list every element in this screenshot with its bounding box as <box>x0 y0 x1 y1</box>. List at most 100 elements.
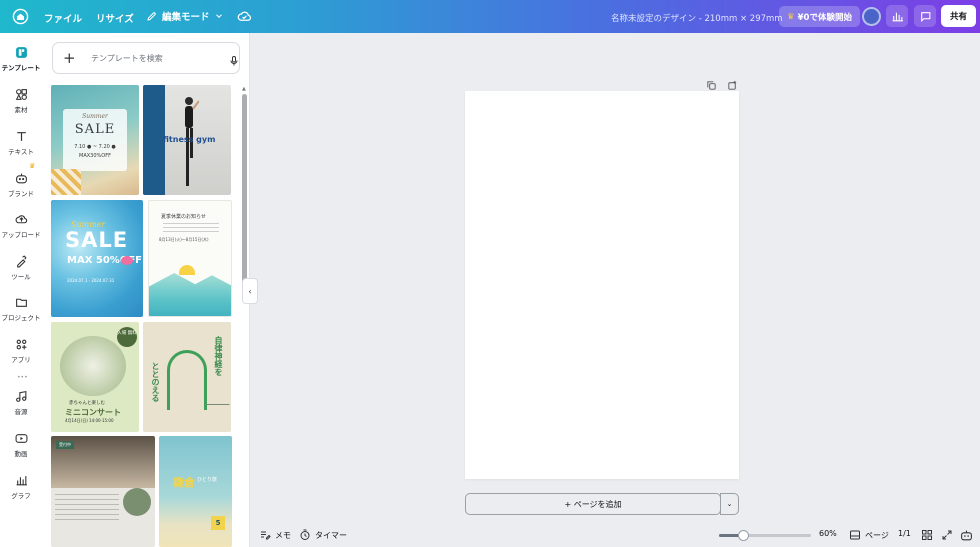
notes-button[interactable]: メモ <box>259 529 291 541</box>
rail-label-text: テキスト <box>8 148 34 156</box>
plus-icon[interactable]: + <box>63 49 76 67</box>
microphone-icon[interactable] <box>228 52 240 71</box>
umbrella-graphic <box>143 85 165 195</box>
apps-icon <box>16 339 26 350</box>
zoom-percentage[interactable]: 60% <box>819 529 837 538</box>
template-text: 鎌倉 <box>173 476 195 489</box>
template-text: ととのえる <box>151 362 160 402</box>
page-counter[interactable]: 1/1 <box>898 529 911 538</box>
rail-item-elements[interactable]: 素材 <box>0 88 42 114</box>
rail-item-tools[interactable]: ツール <box>0 255 42 281</box>
template-autonomic-nerves[interactable]: 自律神経を ととのえる <box>143 322 231 432</box>
video-icon <box>15 434 27 443</box>
rail-label-chart: グラフ <box>11 492 31 500</box>
template-text: 8月13日(火)～8月15日(木) <box>159 237 209 242</box>
resize-button[interactable]: リサイズ <box>96 11 134 25</box>
rail-item-upload[interactable]: アップロード <box>0 213 42 239</box>
add-page-button[interactable]: + ページを追加 <box>465 493 721 515</box>
pages-button[interactable]: ページ <box>849 529 889 541</box>
avatar[interactable] <box>862 7 881 26</box>
timer-button[interactable]: タイマー <box>299 529 347 541</box>
rail-item-brand[interactable]: ブランド <box>0 172 42 198</box>
template-text: 自律神経を <box>214 336 223 376</box>
body-lines-graphic <box>163 223 219 235</box>
rail-label-tools: ツール <box>11 273 31 281</box>
template-yoga-class[interactable]: 受付中 <box>51 436 155 547</box>
folder-icon <box>15 298 27 307</box>
tools-icon <box>16 255 27 268</box>
design-page[interactable] <box>465 91 739 479</box>
zoom-slider-handle[interactable] <box>738 530 750 541</box>
rail-item-audio[interactable]: 音源 <box>0 390 42 416</box>
top-bar: ファイル リサイズ 編集モード 名称未設定のデザイン - 210mm × 297… <box>0 0 980 33</box>
rail-label-audio: 音源 <box>14 408 28 416</box>
insights-button[interactable] <box>886 5 908 27</box>
beach-towel-graphic <box>51 169 81 195</box>
grid-view-icon[interactable] <box>921 529 933 541</box>
rail-label-video: 動画 <box>14 450 28 458</box>
template-text: ひとり旅 <box>197 477 217 483</box>
pages-icon <box>850 530 860 540</box>
template-pool-sale[interactable]: Summer SALE MAX 50%OFF 2024.07.1 - 2024.… <box>51 200 143 317</box>
pencil-icon <box>147 11 157 21</box>
timer-icon <box>300 529 310 540</box>
template-text: Summer <box>82 113 108 120</box>
template-text: MAX30%OFF <box>79 153 111 159</box>
chevron-down-icon <box>215 14 222 18</box>
template-icon <box>15 47 27 58</box>
zoom-slider[interactable] <box>719 530 811 541</box>
hills-graphic <box>149 273 231 316</box>
template-text: 受付中 <box>56 441 74 449</box>
collapse-panel-button[interactable]: ‹ <box>242 278 258 304</box>
rail-item-video[interactable]: 動画 <box>0 432 42 458</box>
template-text: 夏季休業のお知らせ <box>161 214 206 220</box>
flower-graphic <box>121 256 133 265</box>
rail-item-text[interactable]: テキスト <box>0 130 42 156</box>
chevron-left-icon: ‹ <box>248 286 252 296</box>
mountain-graphic <box>200 404 230 418</box>
rail-item-templates[interactable]: テンプレート <box>0 46 42 72</box>
template-search-field[interactable]: + テンプレートを検索 <box>52 42 240 74</box>
cloud-saved-icon[interactable] <box>237 9 252 24</box>
file-menu[interactable]: ファイル <box>44 11 82 25</box>
template-summer-sale[interactable]: Summer SALE 7.10 ● ~ 7.20 ● MAX30%OFF <box>51 85 139 195</box>
template-mini-concert[interactable]: 入場 無料 赤ちゃんと楽しむ ミニコンサート 4月14日(日) 14:00-15… <box>51 322 139 432</box>
template-kamakura-trip[interactable]: 鎌倉 ひとり旅 5 <box>159 436 232 547</box>
rail-item-chart[interactable]: グラフ <box>0 474 42 500</box>
chart-icon <box>16 476 27 486</box>
sun-graphic <box>179 265 195 275</box>
template-summer-holiday-notice[interactable]: 夏季休業のお知らせ 8月13日(火)～8月15日(木) <box>148 200 232 317</box>
arch-graphic <box>167 350 207 410</box>
rail-item-apps[interactable]: アプリ <box>0 338 42 364</box>
fullscreen-icon[interactable] <box>941 529 953 541</box>
assistant-icon[interactable] <box>960 529 973 542</box>
share-button[interactable]: 共有 <box>941 5 976 27</box>
rail-label-projects: プロジェクト <box>1 314 41 322</box>
template-text: 5 <box>211 516 225 530</box>
brand-icon <box>15 173 27 184</box>
home-icon[interactable] <box>12 8 29 25</box>
notes-label: メモ <box>275 530 291 540</box>
template-text: 赤ちゃんと楽しむ <box>69 401 105 406</box>
add-page-dropdown[interactable]: ⌄ <box>720 493 739 515</box>
panel-scrollbar[interactable] <box>242 84 247 547</box>
trial-label: ¥0で体験開始 <box>797 12 852 23</box>
body-lines-graphic <box>55 494 119 524</box>
pages-label: ページ <box>865 530 889 540</box>
elements-icon <box>15 89 27 100</box>
template-text: 7.10 ● ~ 7.20 ● <box>74 144 116 150</box>
trial-button[interactable]: ♛ ¥0で体験開始 <box>779 6 860 27</box>
templates-panel: + テンプレートを検索 Summer SALE 7.10 ● ~ 7.20 ● … <box>42 33 250 547</box>
edit-mode-button[interactable]: 編集モード <box>146 9 224 23</box>
rail-item-projects[interactable]: プロジェクト <box>0 296 42 322</box>
notes-icon <box>261 531 271 540</box>
template-fitness-gym[interactable]: fitness gym <box>143 85 231 195</box>
template-text: fitness gym <box>163 135 216 144</box>
document-title[interactable]: 名称未設定のデザイン - 210mm × 297mm <box>611 12 783 24</box>
comments-button[interactable] <box>914 5 936 27</box>
template-text: 入場 無料 <box>117 327 137 347</box>
template-text: ミニコンサート <box>65 408 121 417</box>
rail-label-templates: テンプレート <box>1 64 41 72</box>
scrollbar-thumb[interactable] <box>242 94 247 294</box>
rail-divider: ••• <box>17 374 28 381</box>
